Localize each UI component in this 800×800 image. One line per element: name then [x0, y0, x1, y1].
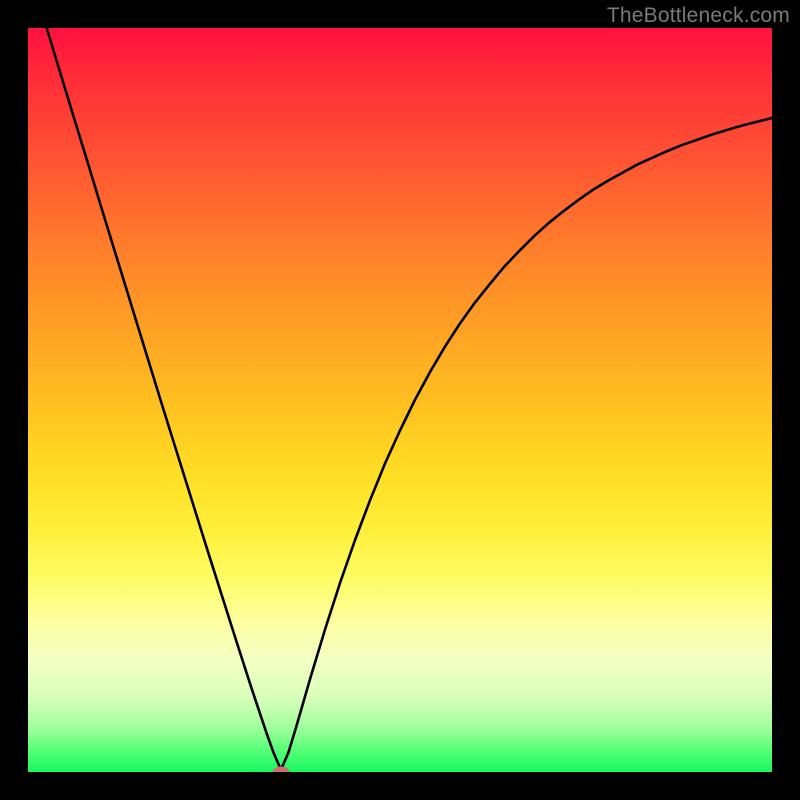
chart-frame: TheBottleneck.com [0, 0, 800, 800]
minimum-marker [272, 767, 289, 773]
watermark-text: TheBottleneck.com [607, 4, 790, 28]
curve-layer [28, 28, 772, 772]
bottleneck-curve [28, 28, 772, 770]
plot-area [28, 28, 772, 772]
